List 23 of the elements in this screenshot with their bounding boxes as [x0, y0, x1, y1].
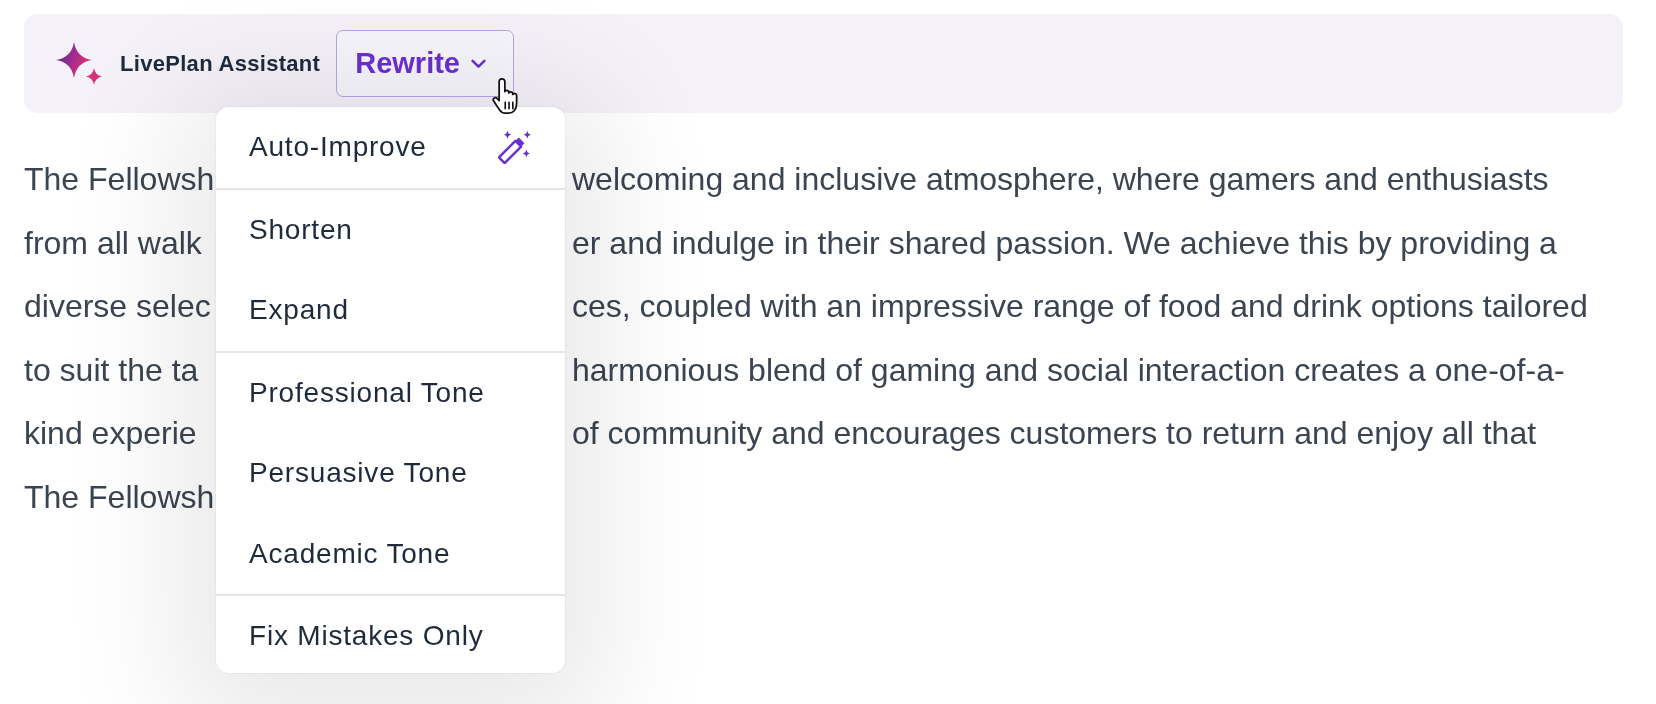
- paragraph-line-text: ces, coupled with an impressive range of food and drink options tailored: [572, 287, 1588, 326]
- paragraph-line-text: harmonious blend of gaming and social interaction creates a one-of-a-: [572, 350, 1565, 390]
- paragraph-line-text: diverse selec: [24, 287, 211, 326]
- menu-item[interactable]: Professional Tone: [216, 352, 565, 433]
- paragraph-line-text: to suit the ta: [24, 350, 199, 390]
- menu-item[interactable]: Expand: [216, 270, 565, 351]
- menu-item[interactable]: Shorten: [216, 189, 565, 270]
- paragraph-line-text: The Fellowsh: [24, 477, 215, 517]
- magic-wand-icon: [498, 130, 532, 165]
- paragraph-line-text: of community and encourages customers to return and enjoy all that: [572, 414, 1537, 453]
- menu-item[interactable]: Fix Mistakes Only: [216, 596, 565, 677]
- chevron-icon: [471, 58, 486, 69]
- rewrite-dropdown-button[interactable]: Rewrite: [336, 30, 515, 97]
- menu-item[interactable]: Academic Tone: [216, 513, 565, 594]
- menu-item[interactable]: Persuasive Tone: [216, 433, 565, 514]
- assistant-title: LivePlan Assistant: [120, 50, 321, 77]
- paragraph-line-text: from all walk: [24, 223, 202, 263]
- paragraph-line-text: welcoming and inclusive atmosphere, where gamers and enthusiasts: [572, 160, 1549, 199]
- paragraph-line-text: er and indulge in their shared passion. We achieve this by providing a: [572, 223, 1557, 263]
- paragraph-line-text: The Fellowsh: [24, 160, 215, 199]
- sparkle-icon: [55, 42, 103, 85]
- paragraph-line-text: kind experie: [24, 414, 197, 453]
- menu-item[interactable]: Auto-Improve: [216, 107, 565, 188]
